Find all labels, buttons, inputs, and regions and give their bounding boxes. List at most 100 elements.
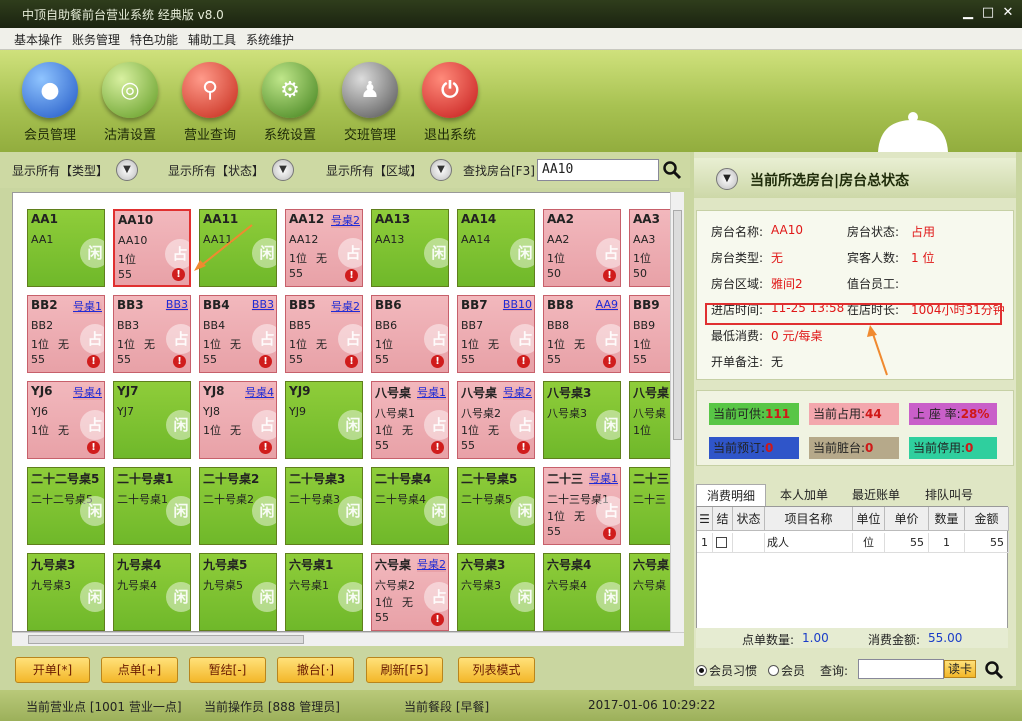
- search-icon[interactable]: [662, 160, 682, 180]
- room-tile[interactable]: BB7 BB10 BB7 1位无 55 占!: [457, 295, 535, 373]
- query-label: 查询:: [820, 664, 849, 678]
- minimize-icon[interactable]: ▁: [958, 4, 978, 22]
- vertical-scrollbar[interactable]: [670, 192, 684, 632]
- tab-my-orders[interactable]: 本人加单: [772, 484, 836, 506]
- search-icon[interactable]: [984, 660, 1004, 680]
- row-item-name: 成人: [765, 533, 853, 553]
- menu-features[interactable]: 特色功能: [130, 31, 178, 48]
- stat-value: 0: [765, 441, 774, 455]
- merged-table-link[interactable]: 号桌1: [73, 298, 102, 314]
- room-tile[interactable]: 二十号桌5 二十号桌5 闲: [457, 467, 535, 545]
- room-tile[interactable]: 六号桌3 六号桌3 闲: [457, 553, 535, 631]
- member-habit-radio[interactable]: 会员习惯: [696, 662, 757, 679]
- room-tile[interactable]: YJ7 YJ7 闲: [113, 381, 191, 459]
- room-tile[interactable]: 六号桌4 六号桌4 闲: [543, 553, 621, 631]
- room-tile[interactable]: AA10 AA10 1位 55 占!: [113, 209, 191, 287]
- temp-settle-button[interactable]: 暂结[-]: [189, 657, 266, 683]
- table-header: 状态: [733, 507, 765, 531]
- stat-label: 当前占用:: [813, 407, 866, 421]
- room-tile[interactable]: 二十号桌2 二十号桌2 闲: [199, 467, 277, 545]
- area-filter-dropdown[interactable]: ▼: [430, 159, 452, 181]
- room-tile[interactable]: BB6 BB6 1位 55 占!: [371, 295, 449, 373]
- room-tile[interactable]: 九号桌3 九号桌3 闲: [27, 553, 105, 631]
- scroll-thumb[interactable]: [28, 635, 304, 644]
- room-tile[interactable]: AA14 AA14 闲: [457, 209, 535, 287]
- merged-table-link[interactable]: BB3: [251, 298, 274, 311]
- tab-recent-bills[interactable]: 最近账单: [842, 484, 910, 506]
- exit-system-button[interactable]: ⏻ 退出系统: [414, 58, 486, 148]
- room-tile[interactable]: 八号桌 号桌2 八号桌2 1位无 55 占!: [457, 381, 535, 459]
- merged-table-link[interactable]: 号桌4: [73, 384, 102, 400]
- table-header-menu-icon[interactable]: ☰: [697, 507, 713, 531]
- room-tile[interactable]: AA12 号桌2 AA12 1位无 55 占!: [285, 209, 363, 287]
- room-tile[interactable]: 六号桌1 六号桌1 闲: [285, 553, 363, 631]
- refresh-button[interactable]: 刷新[F5]: [366, 657, 443, 683]
- room-tile[interactable]: 二十二号桌5 二十二号桌5 闲: [27, 467, 105, 545]
- room-tile[interactable]: AA13 AA13 闲: [371, 209, 449, 287]
- merged-table-link[interactable]: 号桌4: [245, 384, 274, 400]
- merged-table-link[interactable]: 号桌2: [417, 556, 446, 572]
- room-tile[interactable]: 八号桌3 八号桌3 闲: [543, 381, 621, 459]
- menu-accounts[interactable]: 账务管理: [72, 31, 120, 48]
- room-tile[interactable]: BB5 号桌2 BB5 1位无 55 占!: [285, 295, 363, 373]
- merged-table-link[interactable]: BB3: [165, 298, 188, 311]
- room-tile[interactable]: 二十号桌1 二十号桌1 闲: [113, 467, 191, 545]
- tab-consumption-detail[interactable]: 消费明细: [696, 484, 766, 506]
- room-tile[interactable]: 二十三 号桌1 二十三号桌1 1位无 55 占!: [543, 467, 621, 545]
- member-query-input[interactable]: [858, 659, 944, 679]
- sellout-settings-button[interactable]: ◎ 沽清设置: [94, 58, 166, 148]
- cancel-table-button[interactable]: 撤台[·]: [277, 657, 354, 683]
- settle-checkbox[interactable]: [713, 533, 733, 553]
- occupied-icon: 占: [165, 239, 189, 269]
- member-management-button[interactable]: ● 会员管理: [14, 58, 86, 148]
- merged-table-link[interactable]: 号桌2: [331, 212, 360, 228]
- room-tile[interactable]: BB2 号桌1 BB2 1位无 55 占!: [27, 295, 105, 373]
- merged-table-link[interactable]: AA9: [595, 298, 618, 311]
- read-card-button[interactable]: 读卡: [944, 660, 976, 678]
- merged-table-link[interactable]: BB10: [502, 298, 532, 311]
- merged-table-link[interactable]: 号桌2: [331, 298, 360, 314]
- room-tile[interactable]: YJ9 YJ9 闲: [285, 381, 363, 459]
- room-tile[interactable]: 六号桌 号桌2 六号桌2 1位无 55 占!: [371, 553, 449, 631]
- room-tile[interactable]: 二十号桌3 二十号桌3 闲: [285, 467, 363, 545]
- member-radio[interactable]: 会员: [768, 662, 805, 679]
- room-name: BB7: [461, 298, 488, 312]
- open-order-button[interactable]: 开单[*]: [15, 657, 90, 683]
- room-tile[interactable]: 二十号桌4 二十号桌4 闲: [371, 467, 449, 545]
- room-tile[interactable]: 九号桌5 九号桌5 闲: [199, 553, 277, 631]
- merged-table-link[interactable]: 号桌1: [417, 384, 446, 400]
- menu-maintenance[interactable]: 系统维护: [246, 31, 294, 48]
- type-filter-dropdown[interactable]: ▼: [116, 159, 138, 181]
- room-tile[interactable]: YJ6 号桌4 YJ6 1位无占!: [27, 381, 105, 459]
- add-order-button[interactable]: 点单[+]: [101, 657, 178, 683]
- menu-basic-ops[interactable]: 基本操作: [14, 31, 62, 48]
- room-name: BB9: [633, 298, 660, 312]
- table-header: 单位: [853, 507, 885, 531]
- title-bar: 中顶自助餐前台营业系统 经典版 v8.0 ▁ □ ✕: [0, 0, 1022, 28]
- menu-tools[interactable]: 辅助工具: [188, 31, 236, 48]
- status-filter-dropdown[interactable]: ▼: [272, 159, 294, 181]
- room-tile[interactable]: AA2 AA2 1位 50 占!: [543, 209, 621, 287]
- room-tile[interactable]: 八号桌 号桌1 八号桌1 1位无 55 占!: [371, 381, 449, 459]
- close-icon[interactable]: ✕: [998, 4, 1018, 22]
- tab-queue[interactable]: 排队叫号: [914, 484, 984, 506]
- scroll-thumb[interactable]: [673, 210, 682, 440]
- list-mode-button[interactable]: 列表模式: [458, 657, 535, 683]
- business-query-button[interactable]: ⚲ 营业查询: [174, 58, 246, 148]
- panel-dropdown[interactable]: ▼: [716, 168, 738, 190]
- merged-table-link[interactable]: 号桌2: [503, 384, 532, 400]
- shift-management-button[interactable]: ♟ 交班管理: [334, 58, 406, 148]
- maximize-icon[interactable]: □: [978, 4, 998, 22]
- system-settings-button[interactable]: ⚙ 系统设置: [254, 58, 326, 148]
- horizontal-scrollbar[interactable]: [12, 632, 684, 646]
- room-tile[interactable]: 九号桌4 九号桌4 闲: [113, 553, 191, 631]
- stat-label: 当前可供:: [713, 407, 766, 421]
- room-tile[interactable]: BB3 BB3 BB3 1位无 55 占!: [113, 295, 191, 373]
- room-tile[interactable]: BB8 AA9 BB8 1位无 55 占!: [543, 295, 621, 373]
- warning-icon: !: [431, 613, 444, 626]
- room-tile[interactable]: BB4 BB3 BB4 1位无 55 占!: [199, 295, 277, 373]
- room-tile[interactable]: YJ8 号桌4 YJ8 1位无占!: [199, 381, 277, 459]
- merged-table-link[interactable]: 号桌1: [589, 470, 618, 486]
- room-search-input[interactable]: AA10: [537, 159, 659, 181]
- room-tile[interactable]: AA1 AA1 闲: [27, 209, 105, 287]
